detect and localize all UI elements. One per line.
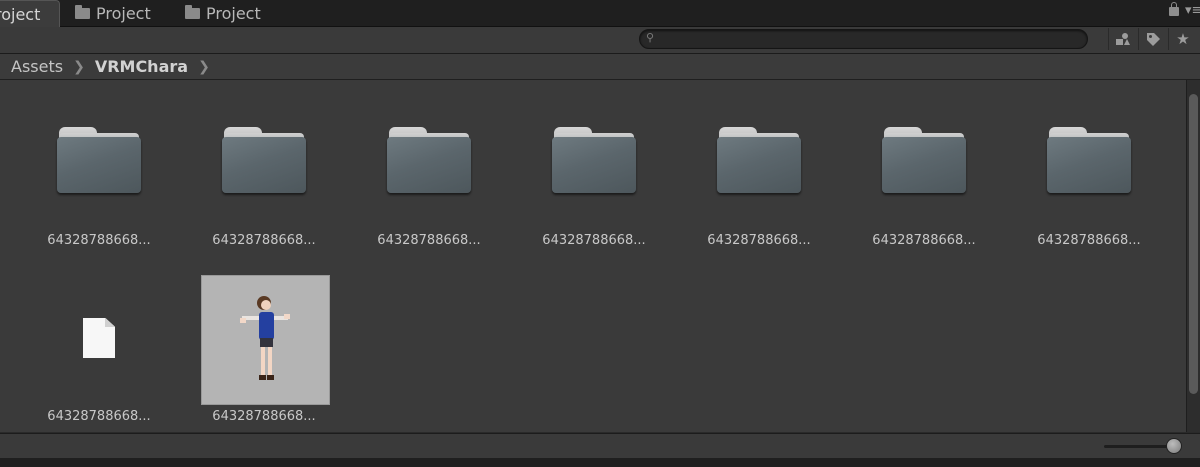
search-by-type-button[interactable] (1108, 28, 1137, 50)
breadcrumb-vrmchara[interactable]: VRMChara (95, 57, 188, 76)
tab-label: roject (0, 4, 41, 24)
tab-label: Project (206, 3, 261, 23)
folder-icon (1047, 127, 1131, 193)
file-label: 64328788668... (47, 409, 151, 424)
folder-icon (717, 127, 801, 193)
scrollbar-thumb[interactable] (1189, 94, 1198, 394)
folder-label: 64328788668... (1037, 233, 1141, 248)
model-thumbnail (201, 275, 330, 405)
folder-label: 64328788668... (47, 233, 151, 248)
bottom-bar (0, 433, 1200, 458)
folder-label: 64328788668... (872, 233, 976, 248)
search-icon: ⚲ (646, 31, 655, 44)
folder-icon (387, 127, 471, 193)
folder-icon (185, 4, 200, 19)
tab-project-3[interactable]: Project (185, 0, 261, 26)
tab-project-2[interactable]: Project (75, 0, 151, 26)
breadcrumb: Assets ❯ VRMChara ❯ (0, 54, 1200, 80)
tab-project-active[interactable]: roject (0, 0, 60, 27)
folder-icon (882, 127, 966, 193)
label-tag-icon (1147, 33, 1160, 46)
window-edge (0, 458, 1200, 467)
character-icon (240, 296, 290, 380)
asset-grid: 64328788668... 64328788668... 6432878866… (0, 80, 1186, 432)
folder-label: 64328788668... (707, 233, 811, 248)
breadcrumb-assets[interactable]: Assets (11, 57, 63, 76)
favorite-star-icon: ★ (1176, 30, 1190, 48)
folder-label: 64328788668... (212, 233, 316, 248)
tab-strip: roject Project Project ▾≡ (0, 0, 1200, 27)
chevron-right-icon[interactable]: ❯ (198, 59, 210, 75)
folder-icon (222, 127, 306, 193)
search-field[interactable]: ⚲ (639, 29, 1088, 49)
folder-label: 64328788668... (377, 233, 481, 248)
folder-icon (57, 127, 141, 193)
vertical-scrollbar[interactable] (1186, 80, 1200, 432)
create-by-type-icon (1116, 33, 1130, 45)
project-toolbar: ⚲ ★ (0, 27, 1200, 54)
folder-label: 64328788668... (542, 233, 646, 248)
chevron-right-icon: ❯ (73, 58, 85, 75)
lock-icon[interactable] (1169, 2, 1179, 16)
icon-size-slider[interactable] (1104, 445, 1174, 448)
save-search-button[interactable]: ★ (1168, 28, 1197, 50)
folder-icon (552, 127, 636, 193)
icon-size-slider-knob[interactable] (1166, 438, 1182, 454)
file-icon (83, 318, 115, 358)
context-menu-icon[interactable]: ▾≡ (1185, 3, 1200, 18)
search-input[interactable] (662, 30, 1072, 48)
search-by-label-button[interactable] (1138, 28, 1167, 50)
tab-label: Project (96, 3, 151, 23)
model-label: 64328788668... (212, 409, 316, 424)
folder-icon (75, 4, 90, 19)
